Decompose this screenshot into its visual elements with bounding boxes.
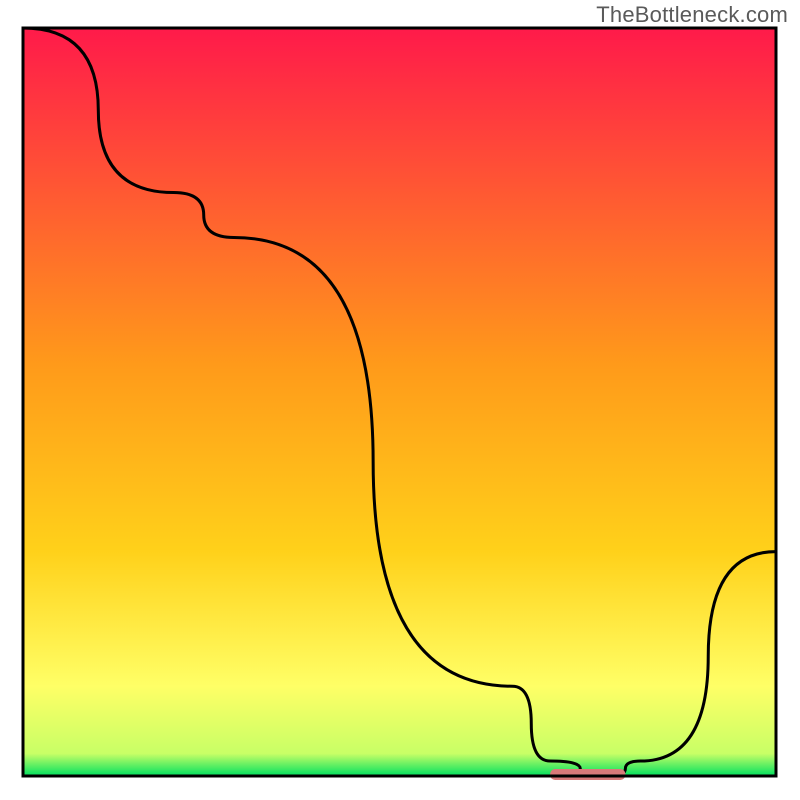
chart-container: { "watermark": "TheBottleneck.com", "cha… [0, 0, 800, 800]
plot-background [23, 28, 776, 776]
bottleneck-chart [0, 0, 800, 800]
